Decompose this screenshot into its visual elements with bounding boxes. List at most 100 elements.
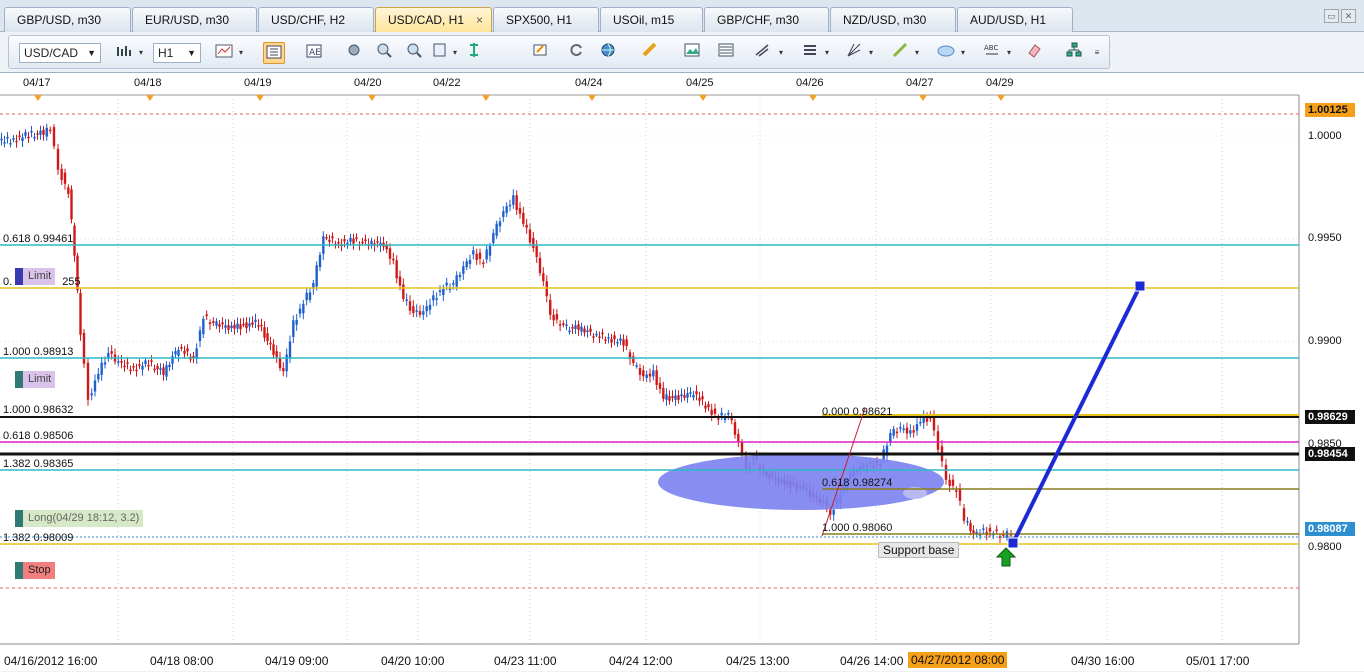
tab-nzdusd-m30[interactable]: NZD/USD, m30	[830, 7, 956, 32]
objects-icon[interactable]	[1063, 42, 1085, 64]
time-label: 04/23 11:00	[494, 654, 557, 668]
candle-body	[538, 257, 542, 274]
eraser-icon[interactable]	[1023, 42, 1045, 64]
close-window-icon[interactable]: ✕	[1341, 9, 1356, 23]
candle-body	[388, 248, 392, 259]
fib-level-label: 1.382 0.98365	[3, 458, 73, 470]
candle-body	[525, 224, 528, 228]
symbol-value: USD/CAD	[24, 46, 79, 60]
tab-usdchf-h2[interactable]: USD/CHF, H2	[258, 7, 374, 32]
candle-body	[331, 236, 334, 239]
text-icon[interactable]: ABC	[981, 42, 1003, 64]
candle-body	[604, 339, 607, 341]
price-chart[interactable]	[0, 73, 1364, 672]
candle-body	[205, 314, 208, 317]
chevron-down-icon[interactable]: ▾	[137, 42, 145, 64]
candle-body	[435, 298, 438, 300]
trendline-icon[interactable]	[751, 42, 773, 64]
level-text: 0.	[3, 276, 13, 288]
chevron-down-icon[interactable]: ▾	[451, 42, 459, 64]
ellipse-icon[interactable]	[935, 42, 957, 64]
close-icon[interactable]: ×	[476, 8, 483, 32]
stop-order-tag[interactable]: Stop	[15, 562, 55, 579]
more-icon[interactable]: ≡	[1093, 42, 1101, 64]
zoom-out-icon[interactable]	[403, 42, 425, 64]
image-icon[interactable]	[681, 42, 703, 64]
tab-usoil-m15[interactable]: USOil, m15	[600, 7, 703, 32]
crosshair-icon[interactable]	[343, 42, 365, 64]
order-label: Limit	[28, 270, 52, 282]
current-time-label: 04/27/2012 08:00	[908, 652, 1008, 668]
screenshot-icon[interactable]	[529, 42, 551, 64]
timeframe-select[interactable]: H1 ▼	[153, 43, 201, 63]
pencil-icon[interactable]	[889, 42, 911, 64]
scroll-icon[interactable]	[463, 42, 485, 64]
candle-body	[15, 140, 18, 143]
hline-icon[interactable]	[799, 42, 821, 64]
candle-body	[625, 339, 628, 347]
candle-body	[892, 428, 895, 436]
limit-order-tag[interactable]: Limit	[15, 371, 56, 388]
chart-bars-icon[interactable]	[113, 42, 135, 64]
time-label: 04/26 14:00	[840, 654, 904, 668]
candle-body	[515, 195, 518, 210]
tab-gbpusd-m30[interactable]: GBP/USD, m30	[4, 7, 131, 32]
candle-body	[12, 138, 15, 140]
candle-body	[542, 273, 545, 282]
chevron-down-icon[interactable]: ▾	[237, 42, 245, 64]
order-marker	[15, 268, 23, 285]
chevron-down-icon[interactable]: ▾	[823, 42, 831, 64]
candle-body	[186, 348, 189, 352]
candle-body	[45, 127, 48, 137]
tab-label: NZD/USD, m30	[843, 13, 927, 27]
long-position-tag[interactable]: Long(04/29 18:12, 3.2)	[15, 510, 144, 527]
tab-usdcad-h1[interactable]: USD/CAD, H1 ×	[375, 7, 492, 32]
chevron-down-icon[interactable]: ▾	[777, 42, 785, 64]
chart-type-icon[interactable]	[213, 42, 235, 64]
fib-level-label: 0.618 0.99461	[3, 233, 73, 245]
symbol-select[interactable]: USD/CAD ▼	[19, 43, 101, 63]
globe-icon[interactable]	[597, 42, 619, 64]
candle-body	[492, 233, 495, 243]
pitchfork-icon[interactable]	[843, 42, 865, 64]
candle-body	[552, 314, 555, 321]
tab-gbpchf-m30[interactable]: GBP/CHF, m30	[704, 7, 829, 32]
candle-body	[208, 322, 212, 325]
candle-body	[478, 252, 482, 259]
tab-eurusd-m30[interactable]: EUR/USD, m30	[132, 7, 257, 32]
candle-body	[49, 129, 52, 132]
candle-body	[349, 237, 352, 242]
support-base-label[interactable]: Support base	[878, 542, 960, 558]
indicator-icon[interactable]: AE	[303, 42, 325, 64]
limit-order-tag[interactable]: Limit	[15, 268, 56, 285]
restore-icon[interactable]: ▭	[1324, 9, 1339, 23]
chart-area[interactable]: 0.618 0.99461 0. 255 1.000 0.98913 1.000 …	[0, 72, 1364, 671]
candle-body	[648, 373, 652, 377]
candle-body	[202, 318, 205, 335]
chevron-down-icon[interactable]: ▾	[913, 42, 921, 64]
candle-body	[955, 490, 958, 492]
candle-body	[713, 408, 717, 414]
fib-annotation: 0.618 0.98274	[822, 477, 893, 489]
depth-icon[interactable]	[263, 42, 285, 64]
refresh-icon[interactable]	[565, 42, 587, 64]
candle-body	[110, 351, 113, 354]
candle-body	[428, 304, 432, 310]
chevron-down-icon[interactable]: ▾	[959, 42, 967, 64]
candle-body	[592, 336, 595, 338]
candle-body	[198, 330, 202, 342]
template-icon[interactable]	[429, 42, 451, 64]
chevron-down-icon[interactable]: ▾	[867, 42, 875, 64]
zoom-in-icon[interactable]	[373, 42, 395, 64]
chevron-down-icon[interactable]: ▾	[1005, 42, 1013, 64]
candle-body	[932, 416, 936, 431]
candle-body	[97, 373, 100, 380]
candle-body	[227, 325, 230, 330]
candle-body	[236, 323, 239, 329]
tab-audusd-h1[interactable]: AUD/USD, H1	[957, 7, 1073, 32]
tab-spx500-h1[interactable]: SPX500, H1	[493, 7, 599, 32]
ruler-icon[interactable]	[639, 42, 661, 64]
fibonacci-icon[interactable]	[715, 42, 737, 64]
candle-body	[468, 259, 472, 264]
fib-annotation: 0.000 0.98621	[822, 406, 893, 418]
